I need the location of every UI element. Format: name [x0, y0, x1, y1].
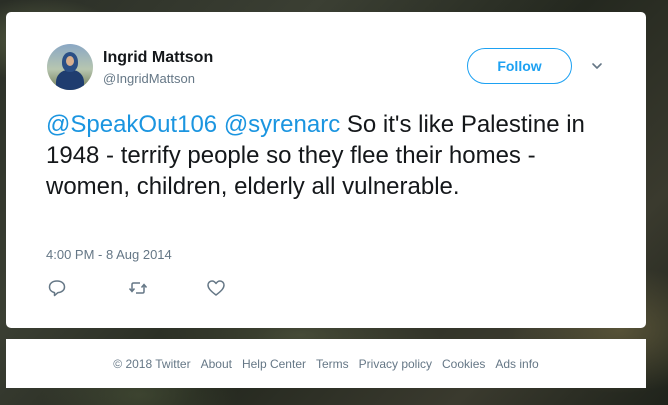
- avatar[interactable]: [47, 44, 93, 90]
- footer: © 2018 Twitter About Help Center Terms P…: [6, 339, 646, 388]
- footer-link-ads-info[interactable]: Ads info: [495, 357, 538, 371]
- reply-icon[interactable]: [47, 278, 67, 298]
- footer-link-terms[interactable]: Terms: [316, 357, 349, 371]
- author-name[interactable]: Ingrid Mattson: [103, 49, 213, 67]
- footer-copyright: © 2018 Twitter: [113, 356, 191, 371]
- footer-link-cookies[interactable]: Cookies: [442, 357, 485, 371]
- footer-link-help-center[interactable]: Help Center: [242, 357, 306, 371]
- footer-link-privacy-policy[interactable]: Privacy policy: [359, 357, 432, 371]
- chevron-down-icon[interactable]: [590, 59, 604, 73]
- tweet-card: Ingrid Mattson @IngridMattson Follow @Sp…: [6, 12, 646, 328]
- mention-link[interactable]: @syrenarc: [224, 111, 340, 138]
- mention-link[interactable]: @SpeakOut106: [46, 111, 217, 138]
- tweet-text: @SpeakOut106 @syrenarc So it's like Pale…: [46, 109, 606, 202]
- author-handle[interactable]: @IngridMattson: [103, 71, 195, 86]
- tweet-timestamp[interactable]: 4:00 PM - 8 Aug 2014: [46, 247, 172, 262]
- footer-link-about[interactable]: About: [201, 357, 232, 371]
- follow-button[interactable]: Follow: [467, 48, 572, 84]
- retweet-icon[interactable]: [128, 278, 148, 298]
- heart-icon[interactable]: [206, 278, 226, 298]
